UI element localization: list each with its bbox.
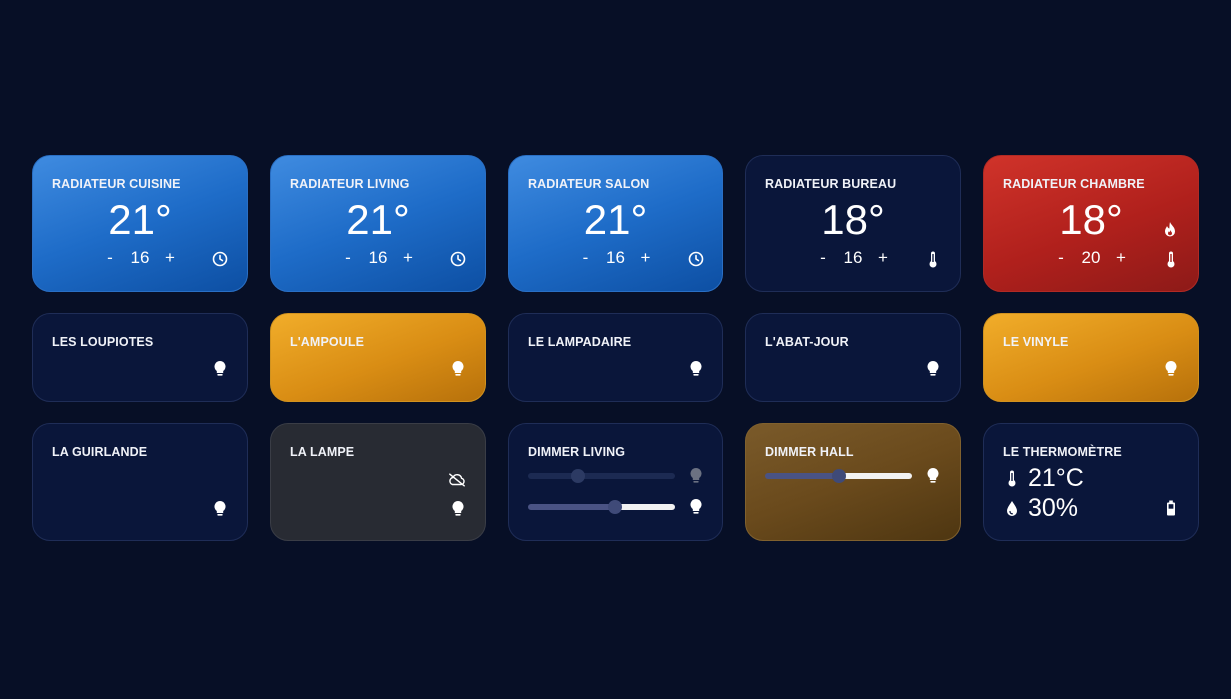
card-title: DIMMER HALL xyxy=(765,445,854,459)
humidity-value: 30% xyxy=(1028,494,1079,522)
light-card-loupiotes[interactable]: LES LOUPIOTES xyxy=(32,313,248,402)
card-title: LE VINYLE xyxy=(1003,335,1069,349)
card-title: LA GUIRLANDE xyxy=(52,445,148,459)
current-temperature: 21° xyxy=(346,196,410,243)
light-card-ampoule[interactable]: L'AMPOULE xyxy=(270,313,486,402)
light-card-lampe[interactable]: LA LAMPE xyxy=(270,423,486,541)
slider-thumb[interactable] xyxy=(832,469,846,483)
temperature-reading: 21°C xyxy=(1003,464,1084,493)
decrease-button[interactable]: - xyxy=(1050,248,1072,268)
thermometer-icon[interactable] xyxy=(924,250,942,268)
lightbulb-icon[interactable] xyxy=(687,359,705,377)
card-title: RADIATEUR SALON xyxy=(528,177,650,191)
current-temperature: 21° xyxy=(108,196,172,243)
light-card-vinyle[interactable]: LE VINYLE xyxy=(983,313,1199,402)
water-drop-icon xyxy=(1003,500,1021,517)
slider-thumb[interactable] xyxy=(571,469,585,483)
card-title: RADIATEUR LIVING xyxy=(290,177,410,191)
radiator-card-living[interactable]: RADIATEUR LIVING 21° -16 + xyxy=(270,155,486,292)
card-title: LE THERMOMÈTRE xyxy=(1003,445,1122,459)
slider-track xyxy=(528,504,675,510)
lightbulb-icon[interactable] xyxy=(687,466,705,484)
slider-track xyxy=(528,473,675,479)
setpoint-value: 16 xyxy=(130,248,150,267)
clock-icon[interactable] xyxy=(687,250,705,268)
card-title: DIMMER LIVING xyxy=(528,445,626,459)
brightness-slider[interactable] xyxy=(528,500,675,514)
radiator-card-chambre[interactable]: RADIATEUR CHAMBRE 18° -20 + xyxy=(983,155,1199,292)
thermometer-icon[interactable] xyxy=(1162,250,1180,268)
clock-icon[interactable] xyxy=(449,250,467,268)
lightbulb-icon[interactable] xyxy=(924,466,942,484)
brightness-slider[interactable] xyxy=(765,469,912,483)
decrease-button[interactable]: - xyxy=(812,248,834,268)
lightbulb-icon[interactable] xyxy=(924,359,942,377)
increase-button[interactable]: + xyxy=(159,248,181,268)
clock-icon[interactable] xyxy=(211,250,229,268)
cloud-off-icon xyxy=(448,471,466,489)
card-title: L'AMPOULE xyxy=(290,335,365,349)
current-temperature: 18° xyxy=(821,196,885,243)
card-title: LES LOUPIOTES xyxy=(52,335,154,349)
increase-button[interactable]: + xyxy=(397,248,419,268)
radiator-card-salon[interactable]: RADIATEUR SALON 21° -16 + xyxy=(508,155,723,292)
brightness-slider[interactable] xyxy=(528,469,675,483)
card-title: RADIATEUR CHAMBRE xyxy=(1003,177,1145,191)
decrease-button[interactable]: - xyxy=(99,248,121,268)
setpoint-value: 16 xyxy=(843,248,863,267)
card-title: L'ABAT-JOUR xyxy=(765,335,849,349)
dimmer-card-hall[interactable]: DIMMER HALL xyxy=(745,423,961,541)
decrease-button[interactable]: - xyxy=(337,248,359,268)
light-card-guirlande[interactable]: LA GUIRLANDE xyxy=(32,423,248,541)
thermometer-icon xyxy=(1003,470,1021,487)
dimmer-card-living[interactable]: DIMMER LIVING xyxy=(508,423,723,541)
card-title: LA LAMPE xyxy=(290,445,355,459)
setpoint-value: 20 xyxy=(1081,248,1101,267)
slider-thumb[interactable] xyxy=(608,500,622,514)
lightbulb-icon[interactable] xyxy=(211,499,229,517)
decrease-button[interactable]: - xyxy=(575,248,597,268)
lightbulb-icon[interactable] xyxy=(449,359,467,377)
card-title: LE LAMPADAIRE xyxy=(528,335,632,349)
lightbulb-icon[interactable] xyxy=(211,359,229,377)
battery-icon xyxy=(1162,499,1180,517)
lightbulb-icon[interactable] xyxy=(1162,359,1180,377)
current-temperature: 21° xyxy=(583,196,648,243)
increase-button[interactable]: + xyxy=(635,248,657,268)
card-title: RADIATEUR CUISINE xyxy=(52,177,181,191)
increase-button[interactable]: + xyxy=(872,248,894,268)
radiator-card-cuisine[interactable]: RADIATEUR CUISINE 21° -16 + xyxy=(32,155,248,292)
radiator-card-bureau[interactable]: RADIATEUR BUREAU 18° -16 + xyxy=(745,155,961,292)
humidity-reading: 30% xyxy=(1003,494,1078,523)
lightbulb-icon[interactable] xyxy=(449,499,467,517)
setpoint-value: 16 xyxy=(368,248,388,267)
setpoint-value: 16 xyxy=(606,248,625,267)
increase-button[interactable]: + xyxy=(1110,248,1132,268)
light-card-lampadaire[interactable]: LE LAMPADAIRE xyxy=(508,313,723,402)
flame-icon xyxy=(1161,220,1179,238)
lightbulb-icon[interactable] xyxy=(687,497,705,515)
temperature-value: 21°C xyxy=(1028,464,1084,492)
thermometer-card[interactable]: LE THERMOMÈTRE 21°C 30% xyxy=(983,423,1199,541)
card-title: RADIATEUR BUREAU xyxy=(765,177,897,191)
light-card-abat-jour[interactable]: L'ABAT-JOUR xyxy=(745,313,961,402)
